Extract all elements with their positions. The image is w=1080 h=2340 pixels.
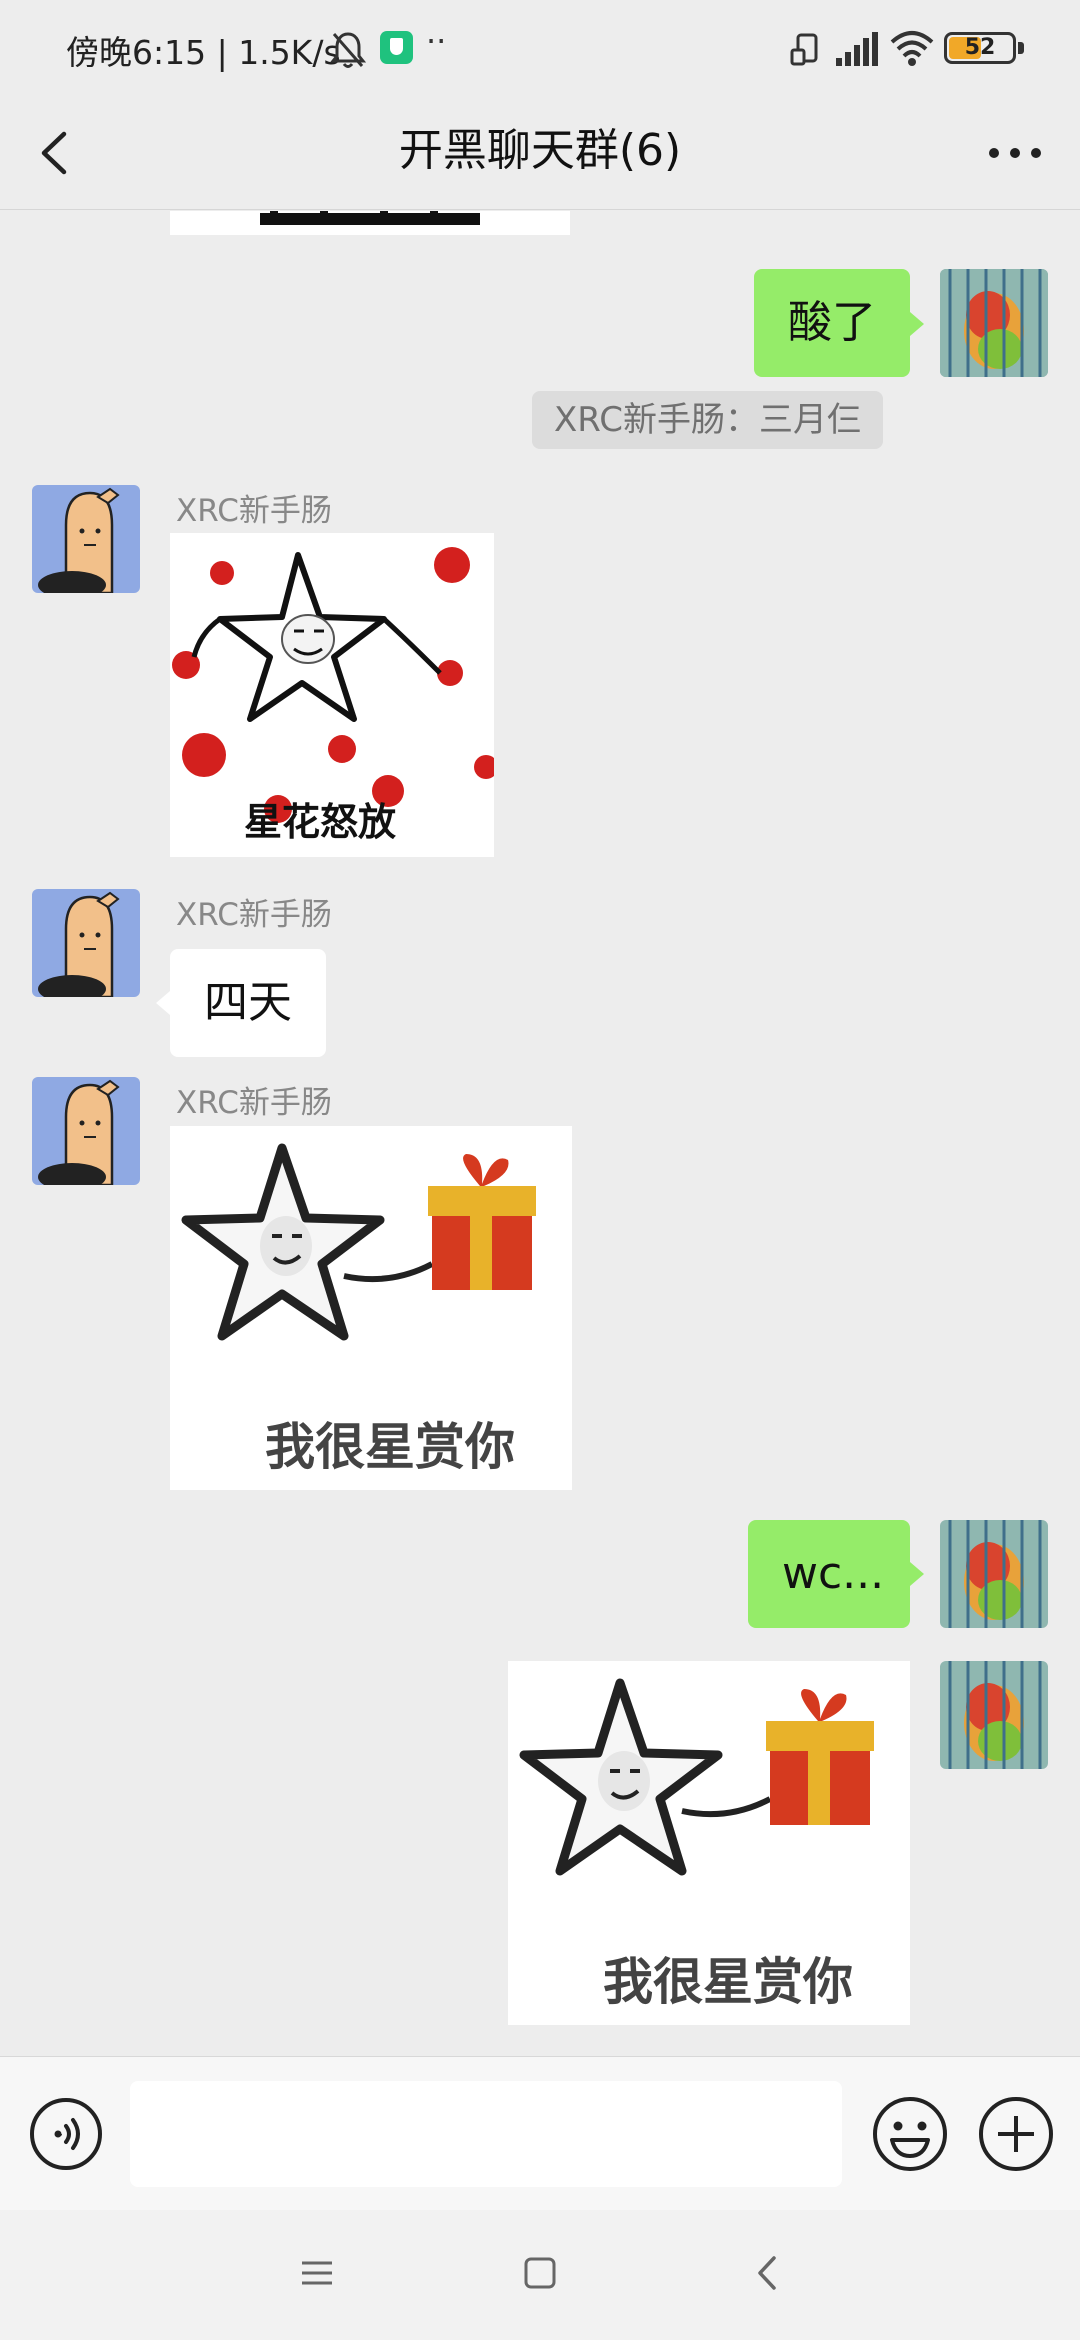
system-nav-bar xyxy=(0,2210,1080,2340)
status-bar: 傍晚6:15 | 1.5K/s ·· 52 xyxy=(0,0,1080,96)
sender-name: XRC新手肠 xyxy=(176,493,332,529)
message-text: 四天 xyxy=(204,977,292,1028)
bubble-tail xyxy=(910,312,924,336)
status-dots: ·· xyxy=(426,22,447,60)
wifi-icon xyxy=(890,31,934,66)
rotate-icon xyxy=(790,33,818,66)
battery-tip xyxy=(1018,42,1024,54)
message-bubble-me[interactable]: 酸了 xyxy=(754,269,910,377)
home-icon[interactable] xyxy=(523,2255,557,2291)
avatar-me[interactable] xyxy=(940,269,1048,377)
status-time-speed: 傍晚6:15 | 1.5K/s xyxy=(66,33,341,72)
message-input-bar xyxy=(0,2056,1080,2210)
bubble-tail xyxy=(156,991,170,1015)
battery-icon: 52 xyxy=(944,32,1016,64)
menu-icon[interactable] xyxy=(300,2255,334,2291)
bell-mute-icon xyxy=(330,32,366,68)
sender-name: XRC新手肠 xyxy=(176,897,332,933)
sticker-caption: 我很星赏你 xyxy=(265,1418,515,1476)
avatar-xrc[interactable] xyxy=(32,485,140,593)
chat-title: 开黑聊天群(6) xyxy=(398,125,682,176)
sticker-caption: 我很星赏你 xyxy=(603,1953,853,2011)
message-bubble-me[interactable]: wc... xyxy=(748,1520,910,1628)
sticker-image[interactable]: 我很星赏你 xyxy=(508,1661,910,2025)
message-text: wc... xyxy=(782,1548,885,1599)
star-gift-sticker-art: 我很星赏你 xyxy=(508,1661,910,2025)
sticker-partial-text xyxy=(170,211,570,235)
star-gift-sticker-art: 我很星赏你 xyxy=(170,1126,572,1490)
system-message-text: XRC新手肠：三月仨 xyxy=(554,400,861,440)
sender-name: XRC新手肠 xyxy=(176,1085,332,1121)
chat-header: 开黑聊天群(6) xyxy=(0,96,1080,210)
message-input[interactable] xyxy=(130,2081,842,2187)
more-dots-icon[interactable] xyxy=(980,120,1050,186)
emoji-icon[interactable] xyxy=(870,2094,950,2174)
avatar-me[interactable] xyxy=(940,1661,1048,1769)
shield-app-icon xyxy=(380,31,413,64)
system-message: XRC新手肠：三月仨 xyxy=(532,391,883,449)
avatar-xrc[interactable] xyxy=(32,889,140,997)
signal-icon xyxy=(836,32,878,66)
message-text: 酸了 xyxy=(788,297,876,348)
back-icon[interactable] xyxy=(752,2254,782,2292)
voice-icon[interactable] xyxy=(28,2096,104,2172)
chat-message-list[interactable]: 酸了 XRC新手肠：三月仨 XRC新手肠 星花怒放 XRC新手肠 四天 XRC新… xyxy=(0,211,1080,2056)
star-roses-sticker-art: 星花怒放 xyxy=(170,533,494,857)
sticker-image[interactable] xyxy=(170,211,570,235)
bubble-tail xyxy=(910,1562,924,1586)
avatar-xrc[interactable] xyxy=(32,1077,140,1185)
plus-icon[interactable] xyxy=(976,2094,1056,2174)
sticker-caption: 星花怒放 xyxy=(244,800,396,844)
avatar-me[interactable] xyxy=(940,1520,1048,1628)
sticker-image[interactable]: 我很星赏你 xyxy=(170,1126,572,1490)
sticker-image[interactable]: 星花怒放 xyxy=(170,533,494,857)
message-bubble-other[interactable]: 四天 xyxy=(170,949,326,1057)
battery-level: 52 xyxy=(964,35,996,60)
